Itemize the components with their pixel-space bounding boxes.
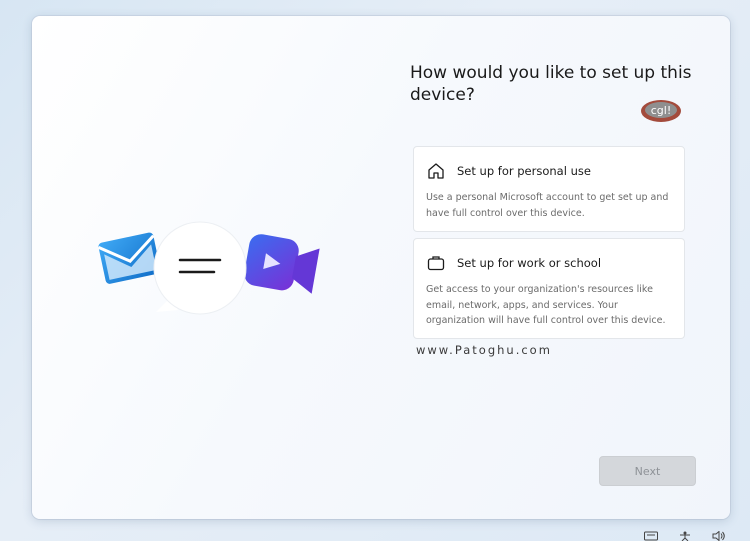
setup-illustration bbox=[97, 221, 320, 315]
keyboard-icon[interactable] bbox=[644, 531, 658, 541]
option-work-title: Set up for work or school bbox=[457, 256, 602, 270]
home-icon bbox=[428, 163, 444, 179]
site-watermark: www.Patoghu.com bbox=[416, 343, 552, 357]
mail-icon bbox=[97, 232, 161, 284]
accessibility-icon[interactable] bbox=[678, 531, 692, 541]
option-personal-header: Set up for personal use bbox=[426, 161, 672, 181]
system-tray bbox=[644, 529, 726, 541]
option-work-header: Set up for work or school bbox=[426, 253, 672, 273]
briefcase-icon bbox=[427, 256, 445, 271]
chat-bubble-icon bbox=[153, 221, 247, 315]
option-personal-title: Set up for personal use bbox=[457, 164, 591, 178]
watermark-logo-text: cgl! bbox=[651, 104, 672, 117]
video-icon bbox=[244, 234, 320, 294]
oobe-window: How would you like to set up this device… bbox=[32, 16, 730, 519]
option-personal-description: Use a personal Microsoft account to get … bbox=[426, 192, 669, 219]
option-work-description: Get access to your organization's resour… bbox=[426, 284, 666, 326]
option-personal-use[interactable]: Set up for personal use Use a personal M… bbox=[413, 146, 685, 232]
option-work-school[interactable]: Set up for work or school Get access to … bbox=[413, 238, 685, 339]
watermark-logo-icon: cgl! bbox=[641, 100, 681, 122]
volume-icon[interactable] bbox=[712, 531, 726, 541]
next-button[interactable]: Next bbox=[599, 456, 696, 486]
